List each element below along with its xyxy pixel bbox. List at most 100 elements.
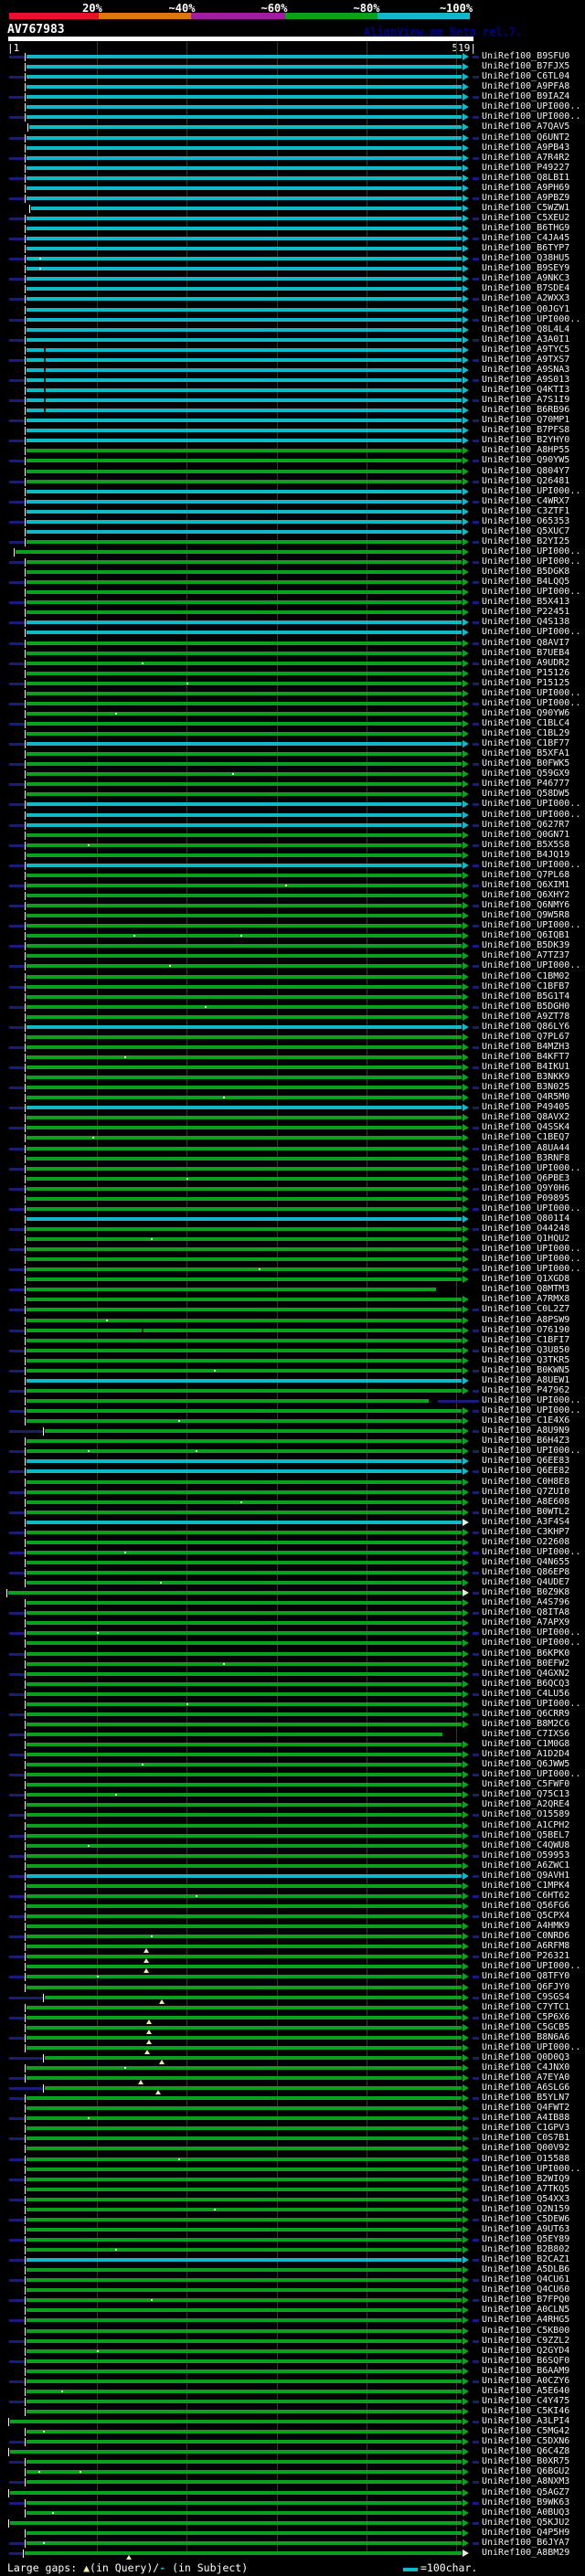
subject-overhang-right — [473, 1329, 479, 1332]
hit-arrow-icon — [462, 2246, 469, 2253]
hit-arrow-icon — [462, 1033, 469, 1041]
hit-accession-label: UniRef100_B6RB96 — [482, 405, 570, 416]
alignment-start-tick — [24, 1144, 26, 1153]
hit-accession-label: UniRef100_A7S1I9 — [482, 395, 570, 405]
alignment-start-tick — [8, 2448, 9, 2457]
subject-gap-notch — [44, 347, 47, 352]
subject-overhang-left — [9, 1572, 25, 1574]
hit-bar — [26, 2157, 462, 2161]
subject-overhang-left — [9, 561, 25, 564]
hit-bar — [26, 1034, 462, 1039]
subject-overhang-right — [473, 1309, 479, 1312]
hit-bar — [26, 620, 462, 625]
hit-arrow-icon — [462, 2428, 469, 2436]
subject-overhang-left — [9, 905, 25, 907]
hit-bar — [26, 2005, 462, 2009]
hit-bar — [26, 610, 462, 615]
hit-arrow-icon — [462, 537, 469, 546]
mismatch-dot — [43, 2541, 46, 2544]
hit-arrow-icon — [462, 437, 469, 445]
hit-bar — [26, 802, 462, 807]
hit-arrow-icon — [462, 1518, 469, 1526]
hit-accession-label: UniRef100_C1GPV3 — [482, 2123, 570, 2134]
subject-overhang-right — [473, 419, 479, 423]
hit-accession-label: UniRef100_Q2N159 — [482, 2203, 570, 2214]
subject-overhang-right — [473, 1470, 479, 1474]
hit-arrow-icon — [462, 1538, 469, 1546]
hit-bar — [26, 1914, 462, 1918]
hit-bar — [26, 1358, 462, 1362]
hit-bar — [26, 772, 462, 777]
alignment-start-tick — [24, 1558, 26, 1567]
hit-arrow-icon — [462, 760, 469, 769]
hit-accession-label: UniRef100_C3KHP7 — [482, 1526, 570, 1537]
alignment-start-tick — [24, 619, 26, 628]
hit-bar — [26, 439, 462, 443]
hit-arrow-icon — [462, 1023, 469, 1031]
subject-overhang-left — [9, 945, 25, 949]
alignment-start-tick — [24, 922, 26, 931]
hit-bar — [26, 2500, 462, 2505]
hit-bar — [26, 2540, 462, 2545]
hit-arrow-icon — [462, 1084, 469, 1092]
hit-arrow-icon — [462, 397, 469, 404]
hit-arrow-icon — [462, 1861, 469, 1870]
hit-bar — [26, 2480, 462, 2485]
hit-bar — [26, 580, 462, 585]
subject-overhang-right — [473, 1490, 479, 1494]
alignment-start-tick — [24, 1659, 26, 1669]
subject-overhang-left — [9, 1854, 25, 1858]
mismatch-dot — [231, 773, 234, 776]
hit-bar — [26, 217, 462, 220]
alignment-start-tick — [24, 1488, 26, 1497]
alignment-start-tick — [24, 942, 26, 951]
subject-overhang-right — [473, 2157, 479, 2161]
hit-accession-label: UniRef100_UPI000.. — [482, 2163, 581, 2174]
hit-arrow-icon — [462, 1993, 469, 2001]
hit-bar — [26, 1641, 462, 1646]
hit-accession-label: UniRef100_B0FWK5 — [482, 758, 570, 769]
alignment-start-tick — [24, 1579, 26, 1588]
alignment-start-tick — [24, 851, 26, 860]
alignment-start-tick — [24, 335, 26, 345]
alignment-start-tick — [24, 245, 26, 254]
subject-overhang-left — [9, 520, 25, 524]
alignment-start-tick — [24, 1831, 26, 1840]
hit-accession-label: UniRef100_P22451 — [482, 607, 570, 618]
alignment-start-tick — [13, 547, 15, 557]
hit-bar — [26, 1955, 462, 1959]
mismatch-dot — [106, 1319, 108, 1321]
hit-arrow-icon — [462, 821, 469, 829]
hit-arrow-icon — [462, 285, 469, 293]
hit-accession-label: UniRef100_Q4CU60 — [482, 2284, 570, 2295]
hit-arrow-icon — [462, 73, 469, 81]
hit-accession-label: UniRef100_Q4S138 — [482, 617, 570, 628]
hit-arrow-icon — [462, 467, 469, 475]
alignment-start-tick — [24, 285, 26, 294]
hit-bar — [26, 2227, 462, 2231]
hit-arrow-icon — [462, 2023, 469, 2031]
hit-accession-label: UniRef100_B2CAZ1 — [482, 2254, 570, 2265]
hit-bar — [26, 65, 462, 69]
alignment-start-tick — [24, 992, 26, 1002]
alignment-start-tick — [24, 1801, 26, 1810]
query-gap-icon — [138, 2080, 144, 2084]
alignment-start-tick — [24, 1174, 26, 1183]
hit-arrow-icon — [462, 1923, 469, 1931]
mismatch-dot — [196, 1450, 198, 1453]
alignment-start-tick — [24, 881, 26, 890]
subject-overhang-left — [9, 783, 25, 787]
hit-accession-label: UniRef100_A2QRE4 — [482, 1799, 570, 1810]
subject-overhang-left — [9, 2259, 25, 2263]
hit-arrow-icon — [462, 790, 469, 799]
hit-arrow-icon — [462, 2478, 469, 2486]
alignment-start-tick — [24, 1569, 26, 1577]
hit-bar — [45, 1429, 462, 1434]
subject-overhang-left — [9, 803, 25, 807]
subject-overhang-right — [473, 2137, 479, 2141]
hit-arrow-icon — [462, 669, 469, 677]
hit-arrow-icon — [462, 2468, 469, 2476]
subject-overhang-right — [473, 1652, 479, 1656]
subject-overhang-right — [473, 2441, 479, 2444]
alignment-start-tick — [24, 2215, 26, 2224]
